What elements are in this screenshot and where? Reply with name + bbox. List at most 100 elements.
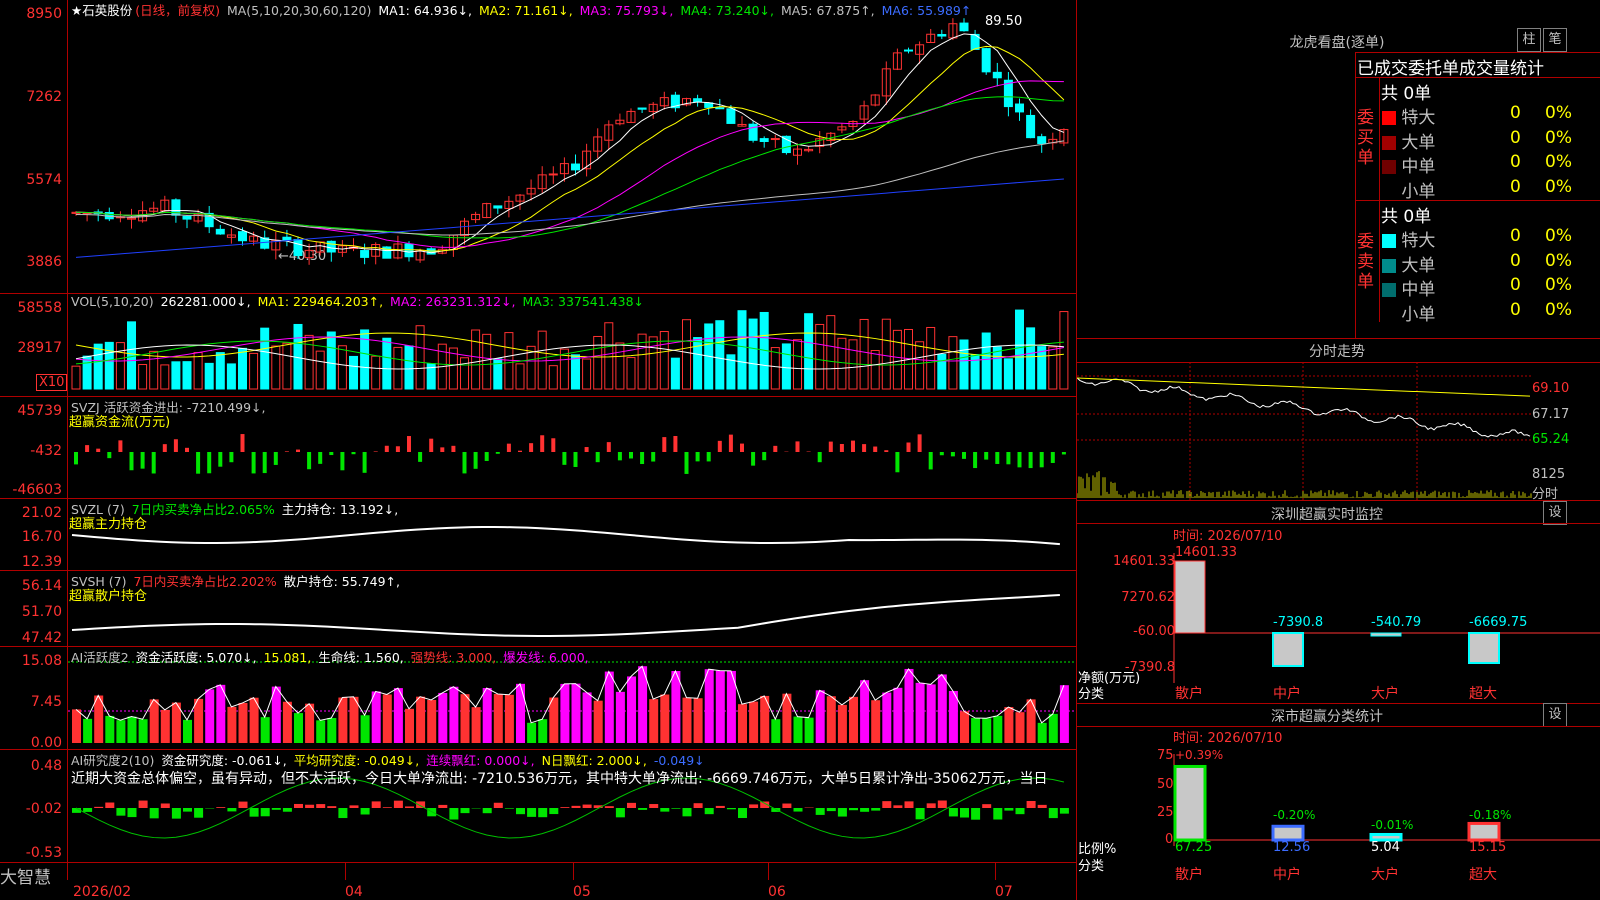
activity-bar bbox=[560, 683, 570, 743]
flow-bar bbox=[96, 448, 101, 452]
candle-body bbox=[1037, 136, 1047, 145]
activity-bar bbox=[416, 696, 426, 743]
class-bar bbox=[1467, 821, 1501, 842]
flow-bar bbox=[307, 452, 312, 470]
activity-bar bbox=[993, 715, 1003, 743]
volume-bar bbox=[171, 361, 181, 390]
flow-bar bbox=[828, 441, 833, 452]
flow-bar bbox=[684, 452, 689, 474]
candle-body bbox=[637, 107, 647, 110]
szc-value: 5.04 bbox=[1371, 840, 1400, 855]
volume-bar bbox=[670, 357, 680, 390]
activity-bar bbox=[604, 671, 614, 743]
order-pct: 0% bbox=[1545, 250, 1572, 271]
research-bar bbox=[726, 808, 736, 810]
research-bar bbox=[316, 804, 326, 808]
szc-top-label: -0.18% bbox=[1469, 808, 1512, 822]
intraday-tick: 69.10 bbox=[1532, 381, 1570, 396]
date-tick: 2026/02 bbox=[73, 884, 132, 900]
volume-bar bbox=[282, 342, 292, 390]
flow-bar bbox=[151, 452, 156, 474]
volume-bar bbox=[1015, 309, 1024, 390]
intraday-chart[interactable] bbox=[1077, 362, 1600, 500]
szc-top-label: -0.01% bbox=[1371, 818, 1414, 832]
volume-bar bbox=[992, 346, 1002, 390]
activity-bar bbox=[371, 691, 381, 743]
date-tick: 05 bbox=[573, 884, 591, 900]
flow-bar bbox=[995, 452, 1000, 464]
date-sep bbox=[573, 862, 574, 880]
order-count: 0 bbox=[1510, 250, 1521, 271]
activity-bar bbox=[516, 683, 525, 743]
intraday-tick: 67.17 bbox=[1532, 407, 1570, 422]
flow-bar bbox=[251, 452, 256, 474]
ai-tick: 15.08 bbox=[21, 653, 62, 669]
szm-tick: 7270.62 bbox=[1121, 590, 1175, 605]
research-bar bbox=[993, 808, 1003, 820]
volume-bar bbox=[537, 330, 547, 390]
flow-bar bbox=[262, 452, 267, 474]
candle-body bbox=[937, 34, 947, 37]
research-bar bbox=[671, 808, 681, 809]
flow-bar bbox=[407, 436, 411, 452]
flow-bar bbox=[895, 452, 900, 473]
volume-bar bbox=[138, 364, 148, 390]
activity-bar bbox=[593, 700, 603, 743]
volume-bar bbox=[104, 341, 114, 390]
order-count: 0 bbox=[1510, 275, 1521, 295]
tick-view-button[interactable]: 笔 bbox=[1543, 28, 1567, 52]
research-bar bbox=[116, 808, 126, 816]
candle-body bbox=[715, 107, 725, 110]
activity-bar bbox=[493, 693, 503, 743]
research-bar bbox=[527, 808, 537, 817]
flow-bar bbox=[573, 452, 578, 467]
candle-body bbox=[693, 98, 703, 103]
activity-bar bbox=[937, 674, 947, 743]
sz-class-title: 深市超赢分类统计 bbox=[1271, 709, 1383, 725]
volume-bar bbox=[981, 332, 991, 390]
research-bar bbox=[371, 801, 381, 808]
volume-bar bbox=[315, 350, 325, 390]
flow-bar bbox=[706, 452, 711, 462]
ai-activity-bars bbox=[68, 661, 1076, 743]
order-count: 0 bbox=[1510, 299, 1521, 320]
color-swatch bbox=[1382, 307, 1396, 322]
sz-class-settings-button[interactable]: 设 bbox=[1543, 703, 1567, 727]
buy-side-label: 委买单 bbox=[1357, 108, 1374, 168]
research-bar bbox=[571, 805, 581, 808]
ai-research-v3: 连续飘红: 0.000↓, bbox=[426, 753, 535, 768]
flow-bar bbox=[340, 452, 345, 471]
activity-bar bbox=[160, 709, 170, 743]
flow-bar bbox=[506, 443, 511, 452]
main-chart-area[interactable]: ★石英股份 (日线，前复权) MA(5,10,20,30,60,120) MA1:… bbox=[0, 0, 1077, 900]
sz-monitor-settings-button[interactable]: 设 bbox=[1543, 501, 1567, 525]
research-bar bbox=[83, 808, 93, 812]
research-bar bbox=[871, 808, 881, 811]
flow-bar bbox=[107, 452, 112, 459]
color-swatch bbox=[1382, 135, 1396, 150]
volume-bar bbox=[471, 329, 481, 390]
flow-bar bbox=[551, 438, 556, 452]
flow-bar bbox=[1006, 452, 1011, 465]
activity-bar bbox=[715, 670, 725, 743]
bar-view-button[interactable]: 柱 bbox=[1517, 28, 1541, 52]
chart-canvas bbox=[68, 18, 1076, 839]
sell-total: 共 0单 bbox=[1381, 207, 1432, 227]
order-pct: 0% bbox=[1545, 103, 1572, 123]
activity-bar bbox=[149, 699, 159, 743]
szm-cat: 中户 bbox=[1273, 686, 1301, 702]
activity-bar bbox=[1059, 685, 1069, 743]
volume-bar bbox=[737, 310, 747, 390]
activity-bar bbox=[1004, 707, 1014, 743]
volume-bar bbox=[404, 345, 414, 390]
candle-body bbox=[493, 205, 503, 209]
activity-bar bbox=[294, 713, 303, 743]
color-swatch bbox=[1382, 184, 1396, 199]
szc-value: 15.15 bbox=[1469, 840, 1507, 855]
flow-bar bbox=[273, 452, 278, 465]
activity-bar bbox=[882, 692, 892, 743]
szm-cat: 大户 bbox=[1371, 686, 1399, 702]
divider bbox=[1077, 703, 1600, 704]
activity-bar bbox=[327, 718, 337, 743]
flow-bar bbox=[240, 434, 245, 452]
